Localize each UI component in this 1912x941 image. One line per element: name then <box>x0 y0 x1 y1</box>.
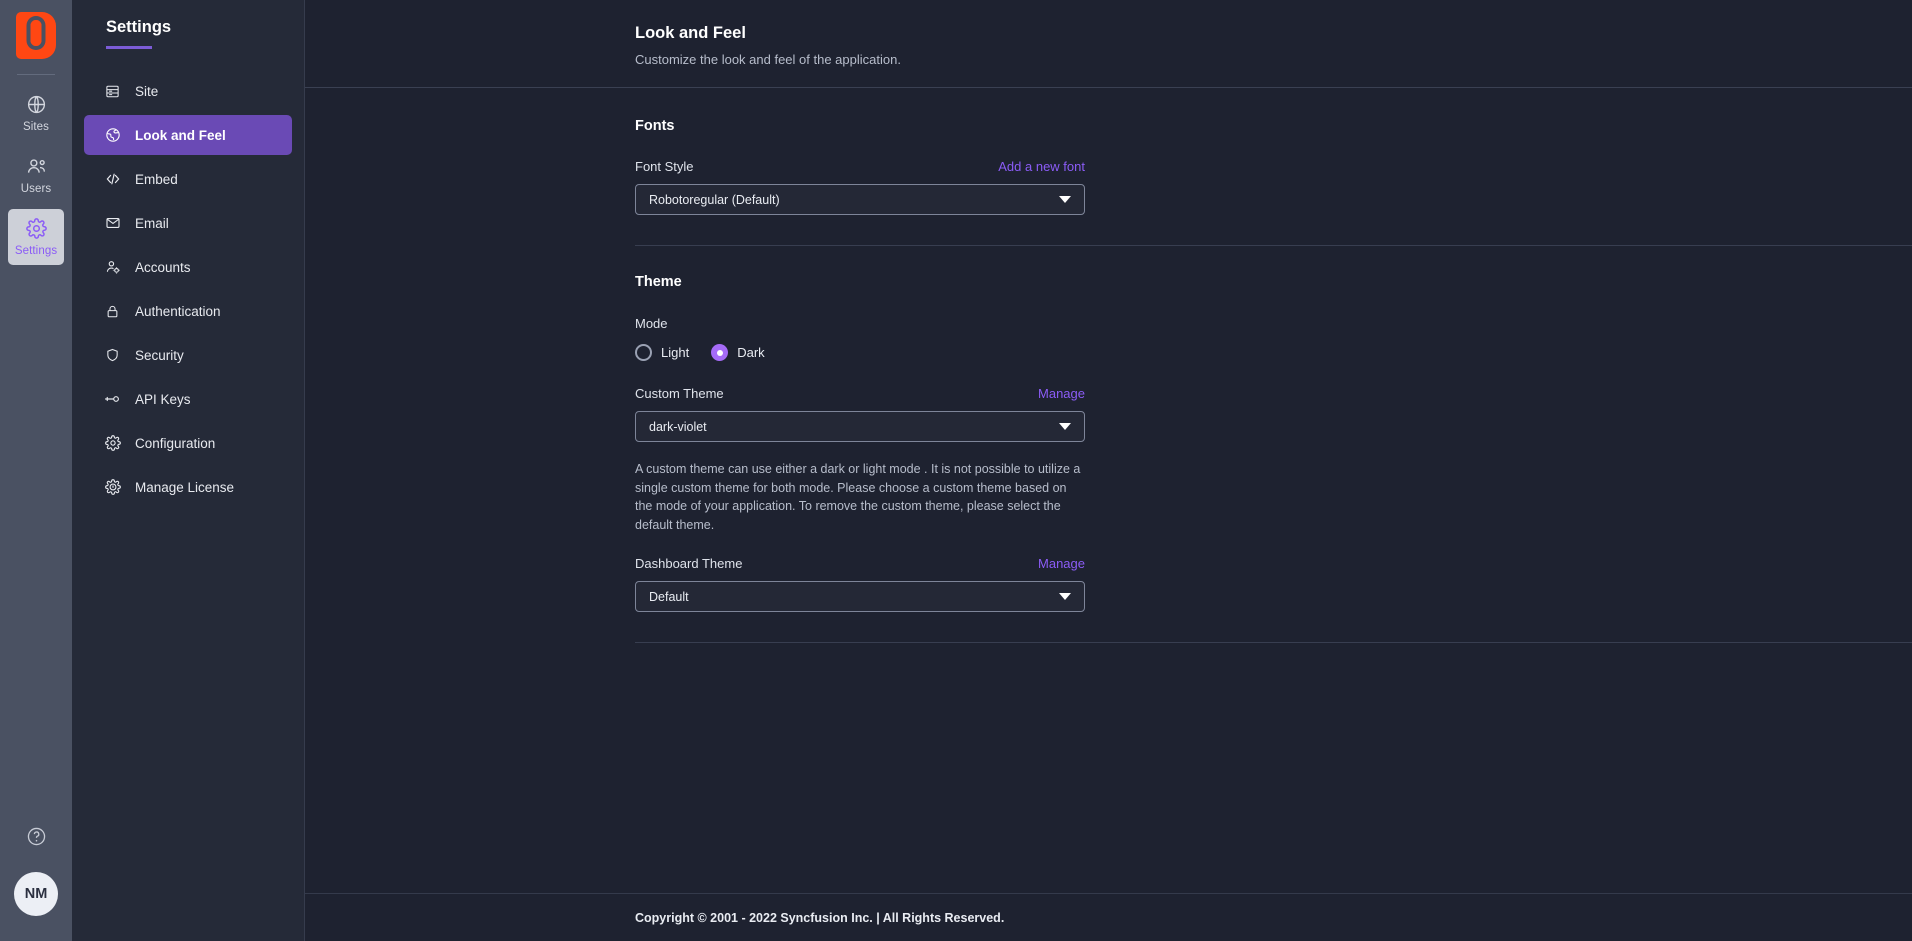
section-divider <box>635 245 1912 246</box>
sidebar-item-label: Security <box>135 348 184 363</box>
sidebar-item-email[interactable]: Email <box>84 203 292 243</box>
radio-light[interactable]: Light <box>635 344 689 361</box>
rail-item-sites[interactable]: Sites <box>8 85 64 141</box>
sidebar-item-api-keys[interactable]: API Keys <box>84 379 292 419</box>
rail-bottom-group: NM <box>0 826 72 941</box>
dashboard-theme-value: Default <box>649 590 689 604</box>
globe-icon <box>26 94 47 115</box>
app-root: Sites Users Settings <box>0 0 1912 941</box>
sidebar-item-manage-license[interactable]: Manage License <box>84 467 292 507</box>
sidebar-item-configuration[interactable]: Configuration <box>84 423 292 463</box>
font-style-value: Robotoregular (Default) <box>649 193 780 207</box>
settings-nav-list: Site Look and Feel Embed <box>72 71 304 507</box>
mode-radio-group: Light Dark <box>635 344 1912 361</box>
sidebar-item-embed[interactable]: Embed <box>84 159 292 199</box>
sidebar-item-label: Look and Feel <box>135 128 226 143</box>
account-cog-icon <box>104 259 121 275</box>
app-logo[interactable] <box>0 0 72 70</box>
radio-dot-icon <box>711 344 728 361</box>
mode-label: Mode <box>635 316 1912 331</box>
palette-globe-icon <box>104 127 121 143</box>
font-style-label: Font Style <box>635 159 694 174</box>
custom-theme-label: Custom Theme <box>635 386 724 401</box>
rail-divider <box>17 74 55 75</box>
custom-theme-help-text: A custom theme can use either a dark or … <box>635 460 1085 534</box>
sidebar-item-label: Configuration <box>135 436 215 451</box>
sidebar-item-security[interactable]: Security <box>84 335 292 375</box>
radio-dot-icon <box>635 344 652 361</box>
dashboard-theme-row: Dashboard Theme Manage <box>635 556 1085 571</box>
page-title: Settings <box>72 10 304 46</box>
custom-theme-manage-link[interactable]: Manage <box>1038 386 1085 401</box>
shield-icon <box>104 347 121 363</box>
font-style-row: Font Style Add a new font <box>635 159 1085 174</box>
main-content: Look and Feel Customize the look and fee… <box>305 0 1912 941</box>
sidebar-item-accounts[interactable]: Accounts <box>84 247 292 287</box>
custom-theme-select[interactable]: dark-violet <box>635 411 1085 442</box>
chevron-down-icon <box>1059 196 1071 203</box>
rail-item-label: Users <box>21 183 52 195</box>
sidebar-item-label: Accounts <box>135 260 191 275</box>
help-circle-icon[interactable] <box>26 826 47 852</box>
theme-section-title: Theme <box>635 274 1912 290</box>
sidebar-item-site[interactable]: Site <box>84 71 292 111</box>
title-underline <box>106 46 152 49</box>
dashboard-theme-label: Dashboard Theme <box>635 556 742 571</box>
gear-icon <box>104 435 121 451</box>
chevron-down-icon <box>1059 593 1071 600</box>
bold-reports-logo-icon <box>16 12 56 59</box>
radio-label: Dark <box>737 345 764 360</box>
rail-item-label: Settings <box>15 245 57 257</box>
sidebar-item-look-and-feel[interactable]: Look and Feel <box>84 115 292 155</box>
settings-form: Fonts Font Style Add a new font Robotore… <box>305 88 1912 643</box>
license-gear-icon <box>104 479 121 495</box>
settings-sidebar: Settings Site Look and Feel <box>72 0 305 941</box>
page-subtitle: Customize the look and feel of the appli… <box>635 52 1912 67</box>
sidebar-item-label: Authentication <box>135 304 221 319</box>
font-style-select[interactable]: Robotoregular (Default) <box>635 184 1085 215</box>
custom-theme-value: dark-violet <box>649 420 707 434</box>
primary-rail: Sites Users Settings <box>0 0 72 941</box>
site-icon <box>104 84 121 99</box>
users-icon <box>25 156 48 177</box>
avatar[interactable]: NM <box>14 872 58 916</box>
sidebar-item-label: Embed <box>135 172 178 187</box>
code-icon <box>104 171 121 187</box>
actions-divider <box>635 642 1912 643</box>
sidebar-item-label: Site <box>135 84 158 99</box>
rail-item-users[interactable]: Users <box>8 147 64 203</box>
sidebar-item-authentication[interactable]: Authentication <box>84 291 292 331</box>
radio-dark[interactable]: Dark <box>711 344 764 361</box>
dashboard-theme-select[interactable]: Default <box>635 581 1085 612</box>
lock-icon <box>104 304 121 319</box>
page-heading: Look and Feel <box>635 24 1912 43</box>
sidebar-item-label: API Keys <box>135 392 191 407</box>
gear-icon <box>26 218 47 239</box>
footer: Copyright © 2001 - 2022 Syncfusion Inc. … <box>305 893 1912 941</box>
sidebar-item-label: Email <box>135 216 169 231</box>
radio-label: Light <box>661 345 689 360</box>
dashboard-theme-manage-link[interactable]: Manage <box>1038 556 1085 571</box>
copyright-text: Copyright © 2001 - 2022 Syncfusion Inc. … <box>635 911 1004 925</box>
key-icon <box>104 393 121 405</box>
page-header: Look and Feel Customize the look and fee… <box>305 0 1912 87</box>
sidebar-item-label: Manage License <box>135 480 234 495</box>
rail-item-label: Sites <box>23 121 49 133</box>
chevron-down-icon <box>1059 423 1071 430</box>
custom-theme-row: Custom Theme Manage <box>635 386 1085 401</box>
rail-item-settings[interactable]: Settings <box>8 209 64 265</box>
add-new-font-link[interactable]: Add a new font <box>998 159 1085 174</box>
fonts-section-title: Fonts <box>635 118 1912 134</box>
mail-icon <box>104 215 121 231</box>
